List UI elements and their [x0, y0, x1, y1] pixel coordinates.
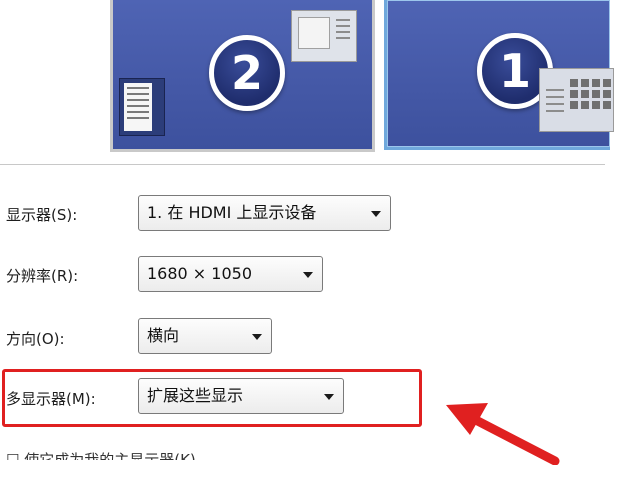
- display-label: 显示器(S):: [6, 206, 78, 224]
- display-dropdown[interactable]: 1. 在 HDMI 上显示设备: [138, 195, 391, 231]
- main-display-checkbox-label[interactable]: ☐ 使它成为我的主显示器(K): [6, 448, 196, 460]
- monitor-preview-area: 2 1: [0, 0, 614, 165]
- orientation-label: 方向(O):: [6, 330, 65, 348]
- red-arrow-icon: [446, 403, 560, 465]
- monitor-2-icon[interactable]: 2: [110, 0, 375, 152]
- app-grid-thumbnail-icon: [539, 68, 614, 132]
- display-settings-screen: 2 1 显示器(S): 1. 在 HDMI 上显示设备 分辨率(R): 1680…: [0, 0, 640, 480]
- monitor-2-number: 2: [209, 35, 285, 111]
- preview-divider: [0, 164, 605, 165]
- resolution-label: 分辨率(R):: [6, 267, 79, 285]
- resolution-dropdown[interactable]: 1680 × 1050: [138, 256, 323, 292]
- dropdown-arrow-icon: [252, 334, 262, 340]
- highlight-box: [2, 369, 422, 427]
- dropdown-arrow-icon: [371, 211, 381, 217]
- window-thumbnail-icon: [291, 10, 357, 62]
- orientation-dropdown[interactable]: 横向: [138, 318, 272, 354]
- orientation-dropdown-value: 横向: [147, 326, 180, 345]
- resolution-dropdown-value: 1680 × 1050: [147, 264, 253, 283]
- dropdown-arrow-icon: [303, 272, 313, 278]
- document-thumbnail-icon: [119, 78, 165, 136]
- monitor-1-icon[interactable]: 1: [384, 0, 614, 150]
- checkbox-icon[interactable]: ☐: [6, 451, 24, 460]
- display-dropdown-value: 1. 在 HDMI 上显示设备: [147, 203, 317, 222]
